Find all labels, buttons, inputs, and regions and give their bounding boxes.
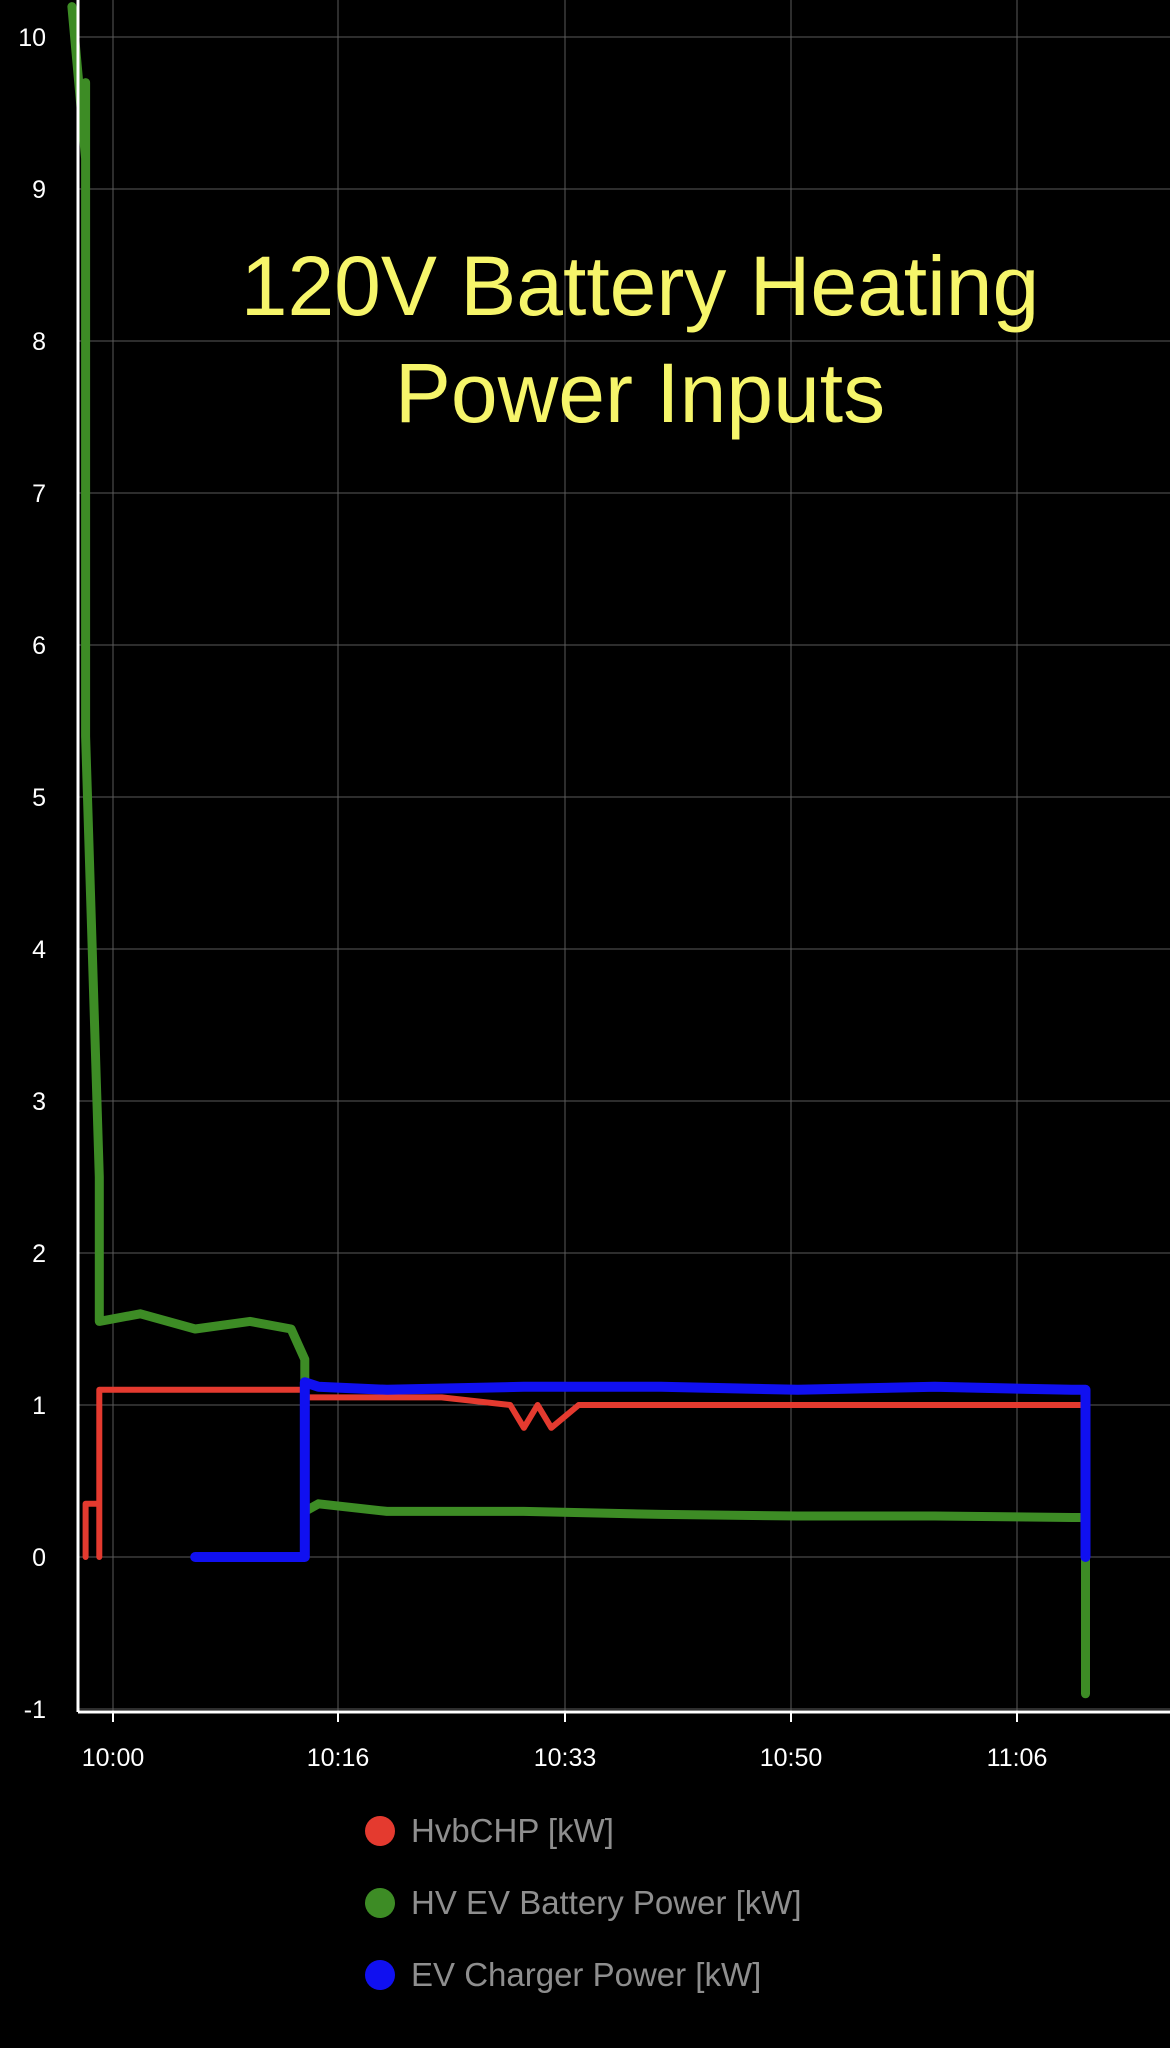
legend-label: EV Charger Power [kW] xyxy=(411,1956,762,1993)
y-tick-label: 0 xyxy=(32,1544,46,1572)
y-tick-label: 2 xyxy=(32,1240,46,1268)
x-tick-label: 10:33 xyxy=(534,1744,597,1772)
x-tick-label: 10:16 xyxy=(307,1744,370,1772)
y-tick-label: 4 xyxy=(32,936,46,964)
legend: HvbCHP [kW] HV EV Battery Power [kW] EV … xyxy=(365,1795,802,2011)
legend-item-hv-ev-battery-power: HV EV Battery Power [kW] xyxy=(365,1867,802,1939)
y-tick-label: 9 xyxy=(32,176,46,204)
legend-swatch-green xyxy=(365,1888,395,1918)
legend-label: HvbCHP [kW] xyxy=(411,1812,614,1849)
chart-title-line-1: 120V Battery Heating xyxy=(241,239,1040,333)
legend-item-ev-charger-power: EV Charger Power [kW] xyxy=(365,1939,802,2011)
x-tick-label: 11:06 xyxy=(987,1744,1048,1772)
y-tick-label: 8 xyxy=(32,328,46,356)
y-tick-label: 5 xyxy=(32,784,46,812)
legend-swatch-blue xyxy=(365,1960,395,1990)
legend-label: HV EV Battery Power [kW] xyxy=(411,1884,802,1921)
y-tick-label: -1 xyxy=(24,1696,46,1724)
y-tick-label: 10 xyxy=(18,24,46,52)
legend-swatch-red xyxy=(365,1816,395,1846)
legend-item-hvbchp: HvbCHP [kW] xyxy=(365,1795,802,1867)
y-tick-label: 1 xyxy=(32,1392,46,1420)
y-tick-label: 7 xyxy=(32,480,46,508)
y-tick-label: 6 xyxy=(32,632,46,660)
x-tick-label: 10:50 xyxy=(760,1744,823,1772)
y-tick-label: 3 xyxy=(32,1088,46,1116)
x-tick-label: 10:00 xyxy=(82,1744,145,1772)
chart: 109876543210-110:00 10:16 10:33 10:50 11:06 … xyxy=(0,0,1170,1780)
chart-title-line-2: Power Inputs xyxy=(395,346,885,440)
